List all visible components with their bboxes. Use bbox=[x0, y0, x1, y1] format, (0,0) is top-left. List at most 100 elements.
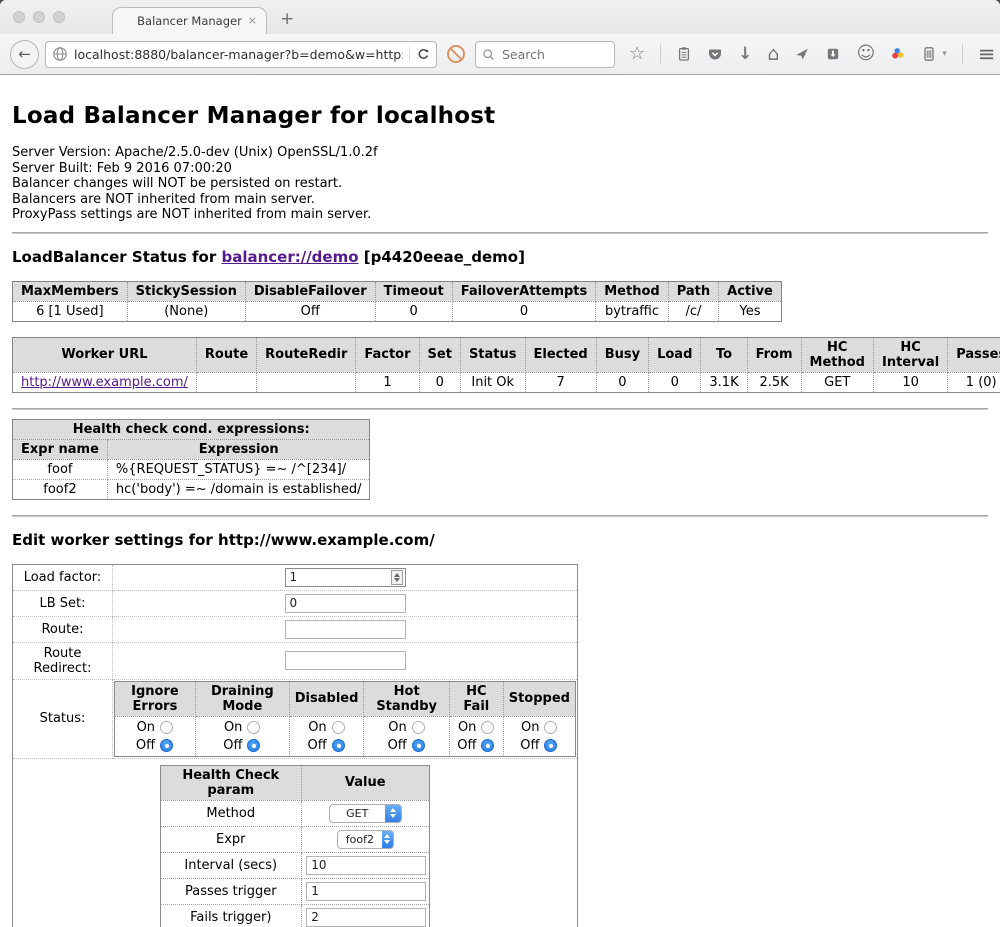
adblock-icon[interactable] bbox=[446, 44, 466, 64]
interval-input[interactable] bbox=[306, 856, 426, 875]
status-stopped-off-radio[interactable] bbox=[544, 739, 557, 752]
status-draining-mode-on-radio[interactable] bbox=[247, 721, 260, 734]
column-header: FailoverAttempts bbox=[452, 281, 596, 301]
table-row: foof2 hc('body') =~ /domain is establish… bbox=[13, 479, 370, 499]
lb-set-input[interactable] bbox=[285, 594, 406, 613]
back-button[interactable]: ← bbox=[10, 40, 39, 69]
column-header: Expression bbox=[107, 439, 370, 459]
status-hc-fail-on-radio[interactable] bbox=[481, 721, 494, 734]
cell-factor: 1 bbox=[356, 372, 419, 392]
downloads-icon[interactable]: ↓ bbox=[738, 46, 752, 62]
column-header: Expr name bbox=[13, 439, 108, 459]
table-row: Method GET bbox=[161, 800, 430, 826]
minimize-window-icon[interactable] bbox=[33, 11, 45, 23]
expressions-title: Health check cond. expressions: bbox=[13, 419, 370, 439]
expr-value: hc('body') =~ /domain is established/ bbox=[107, 479, 370, 499]
lb-set-label: LB Set: bbox=[13, 590, 113, 616]
cell-maxmembers: 6 [1 Used] bbox=[13, 301, 128, 321]
palette-icon[interactable] bbox=[890, 46, 906, 62]
route-redirect-input[interactable] bbox=[285, 651, 406, 670]
status-ignore-errors-off-radio[interactable] bbox=[160, 739, 173, 752]
expr-select-value: foof2 bbox=[338, 833, 382, 846]
tab-close-icon[interactable]: × bbox=[248, 14, 257, 28]
heading-text: [p4420eeae_demo] bbox=[359, 248, 525, 266]
cell-hc-interval: 10 bbox=[873, 372, 947, 392]
route-input[interactable] bbox=[285, 620, 406, 639]
cell-elected: 7 bbox=[525, 372, 596, 392]
form-row: Status: Ignore Errors Draining Mode Disa… bbox=[13, 679, 578, 758]
browser-tab[interactable]: Balancer Manager × bbox=[112, 7, 267, 34]
cell-to: 3.1K bbox=[701, 372, 747, 392]
search-icon bbox=[482, 48, 495, 61]
cell-failoverattempts: 0 bbox=[452, 301, 596, 321]
clipboard-icon[interactable] bbox=[676, 46, 692, 62]
edit-worker-form: Load factor: LB Set: Route: Route Redire… bbox=[12, 564, 578, 927]
pocket-icon[interactable] bbox=[707, 46, 723, 62]
form-row: Route Redirect: bbox=[13, 642, 578, 679]
form-row: Health Check param Value Method GET bbox=[13, 758, 578, 927]
status-disabled-off-radio[interactable] bbox=[332, 739, 345, 752]
server-info: Server Version: Apache/2.5.0-dev (Unix) … bbox=[12, 145, 988, 223]
status-hot-standby-on-radio[interactable] bbox=[412, 721, 425, 734]
table-row: http://www.example.com/ 1 0 Init Ok 7 0 … bbox=[13, 372, 1000, 392]
route-redirect-label: Route Redirect: bbox=[13, 642, 113, 679]
home-icon[interactable]: ⌂ bbox=[767, 46, 779, 62]
column-header: HC Fail bbox=[449, 681, 503, 716]
divider bbox=[12, 408, 988, 410]
off-label: Off bbox=[223, 738, 242, 753]
save-page-icon[interactable] bbox=[825, 46, 841, 62]
balancer-demo-link[interactable]: balancer://demo bbox=[221, 248, 358, 266]
off-label: Off bbox=[520, 738, 539, 753]
titlebar: Balancer Manager × + bbox=[0, 0, 1000, 34]
search-input[interactable] bbox=[500, 46, 600, 63]
number-spinner-icon[interactable] bbox=[391, 570, 403, 585]
passes-input[interactable] bbox=[306, 882, 426, 901]
url-text[interactable]: localhost:8880/balancer-manager?b=demo&w… bbox=[74, 47, 403, 62]
window-controls[interactable] bbox=[13, 11, 65, 23]
on-label: On bbox=[223, 720, 242, 735]
on-label: On bbox=[457, 720, 476, 735]
status-hot-standby-off-radio[interactable] bbox=[412, 739, 425, 752]
column-header: RouteRedir bbox=[257, 337, 356, 372]
column-header: Stopped bbox=[503, 681, 575, 716]
status-draining-mode-off-radio[interactable] bbox=[247, 739, 260, 752]
menu-icon[interactable]: ≡ bbox=[978, 45, 996, 63]
zoom-window-icon[interactable] bbox=[53, 11, 65, 23]
expr-select[interactable]: foof2 bbox=[337, 830, 394, 849]
reload-button[interactable] bbox=[409, 47, 430, 61]
worker-url-link[interactable]: http://www.example.com/ bbox=[21, 375, 188, 390]
status-hc-fail-off-radio[interactable] bbox=[481, 739, 494, 752]
status-ignore-errors-on-radio[interactable] bbox=[160, 721, 173, 734]
search-bar[interactable] bbox=[475, 41, 615, 68]
send-icon[interactable] bbox=[794, 46, 810, 62]
smiley-icon[interactable]: ☺ bbox=[856, 46, 875, 62]
column-header: Disabled bbox=[289, 681, 364, 716]
column-header: Worker URL bbox=[13, 337, 197, 372]
off-label: Off bbox=[457, 738, 476, 753]
new-tab-button[interactable]: + bbox=[280, 9, 294, 29]
column-header: Health Check param bbox=[161, 765, 302, 800]
table-row: Fails trigger) bbox=[161, 904, 430, 927]
balancer-status-heading: LoadBalancer Status for balancer://demo … bbox=[12, 248, 988, 266]
fails-input[interactable] bbox=[306, 908, 426, 927]
select-arrows-icon bbox=[385, 804, 401, 823]
container-icon[interactable] bbox=[921, 46, 937, 62]
divider bbox=[12, 515, 988, 517]
status-disabled-on-radio[interactable] bbox=[332, 721, 345, 734]
chevron-down-icon[interactable]: ▾ bbox=[942, 49, 947, 59]
column-header: From bbox=[747, 337, 801, 372]
cell-timeout: 0 bbox=[375, 301, 452, 321]
toolbar-separator bbox=[962, 44, 963, 64]
expr-value: %{REQUEST_STATUS} =~ /^[234]/ bbox=[107, 459, 370, 479]
method-select[interactable]: GET bbox=[329, 804, 402, 823]
globe-icon bbox=[52, 46, 68, 62]
cell-set: 0 bbox=[419, 372, 460, 392]
bookmark-star-icon[interactable]: ☆ bbox=[629, 45, 645, 63]
load-factor-input[interactable] bbox=[285, 568, 406, 587]
cell-stickysession: (None) bbox=[127, 301, 245, 321]
notice-line: Balancer changes will NOT be persisted o… bbox=[12, 176, 988, 192]
close-window-icon[interactable] bbox=[13, 11, 25, 23]
column-header: Draining Mode bbox=[195, 681, 289, 716]
url-bar[interactable]: localhost:8880/balancer-manager?b=demo&w… bbox=[45, 41, 437, 68]
status-stopped-on-radio[interactable] bbox=[544, 721, 557, 734]
